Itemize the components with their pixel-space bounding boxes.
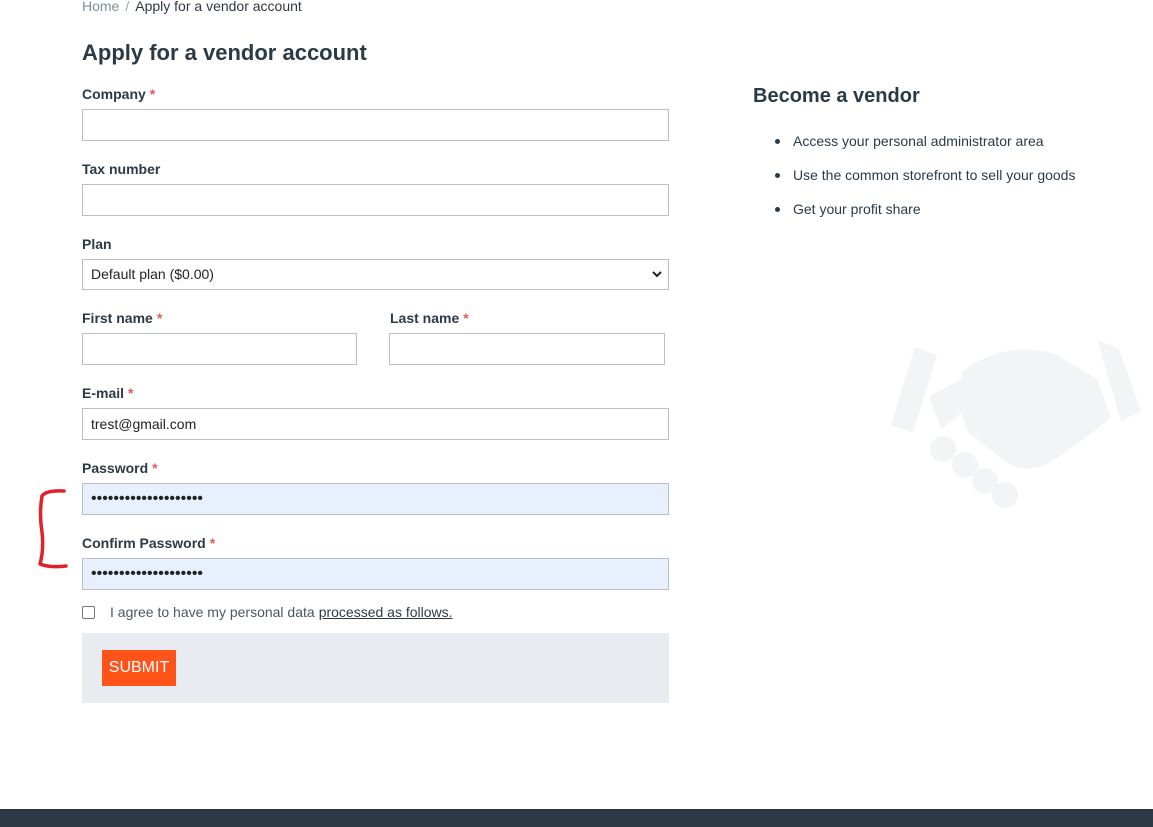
last-name-input[interactable]	[389, 333, 665, 365]
first-name-input[interactable]	[82, 333, 357, 365]
confirm-password-label-text: Confirm Password	[82, 535, 206, 551]
handshake-icon	[885, 335, 1145, 515]
list-item: Get your profit share	[775, 196, 1075, 230]
list-item: Use the common storefront to sell your g…	[775, 162, 1075, 196]
breadcrumb: Home / Apply for a vendor account	[82, 0, 302, 14]
tax-number-label: Tax number	[82, 161, 161, 177]
list-item: Access your personal administrator area	[775, 128, 1075, 162]
password-input[interactable]	[82, 483, 669, 515]
bracket-annotation	[34, 488, 74, 572]
agree-text: I agree to have my personal data	[110, 604, 315, 620]
page-footer	[0, 809, 1153, 827]
breadcrumb-home-link[interactable]: Home	[82, 0, 119, 14]
password-label-text: Password	[82, 460, 149, 476]
become-vendor-title: Become a vendor	[753, 85, 920, 107]
plan-selected-value: Default plan ($0.00)	[91, 266, 214, 282]
first-name-label-text: First name	[82, 310, 153, 326]
email-input[interactable]	[82, 408, 669, 440]
submit-panel: SUBMIT	[82, 633, 669, 703]
company-label: Company *	[82, 86, 155, 102]
agree-checkbox[interactable]	[82, 605, 95, 619]
processed-as-follows-link[interactable]: processed as follows.	[319, 604, 453, 620]
submit-button[interactable]: SUBMIT	[102, 650, 176, 686]
tax-number-input[interactable]	[82, 184, 669, 216]
breadcrumb-current: Apply for a vendor account	[135, 0, 302, 14]
confirm-password-input[interactable]	[82, 558, 669, 590]
company-label-text: Company	[82, 86, 146, 102]
required-mark: *	[209, 535, 216, 551]
company-input[interactable]	[82, 109, 669, 141]
email-label-text: E-mail	[82, 385, 125, 401]
confirm-password-label: Confirm Password *	[82, 535, 215, 551]
required-mark: *	[152, 460, 158, 476]
plan-label: Plan	[82, 236, 112, 252]
agree-row: I agree to have my personal data process…	[82, 603, 453, 621]
required-mark: *	[156, 310, 163, 326]
last-name-label: Last name *	[390, 310, 469, 326]
email-label: E-mail *	[82, 385, 133, 401]
last-name-label-text: Last name	[390, 310, 460, 326]
page-title: Apply for a vendor account	[82, 40, 367, 65]
required-mark: *	[128, 385, 134, 401]
plan-select[interactable]: Default plan ($0.00)	[82, 259, 669, 290]
required-mark: *	[463, 310, 469, 326]
breadcrumb-separator: /	[125, 0, 130, 14]
password-label: Password *	[82, 460, 158, 476]
first-name-label: First name *	[82, 310, 162, 326]
chevron-down-icon	[652, 260, 662, 300]
benefits-list: Access your personal administrator area …	[775, 128, 1075, 230]
required-mark: *	[149, 86, 156, 102]
